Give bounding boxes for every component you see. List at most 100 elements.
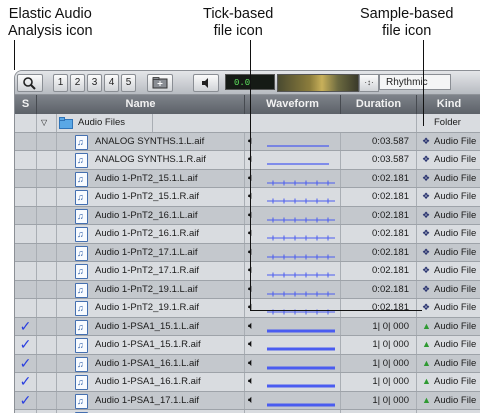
- audition-speaker-icon[interactable]: 🔈︎: [248, 133, 255, 151]
- folder-name: Audio Files: [78, 114, 125, 132]
- tick-based-file-icon: ▲: [422, 336, 431, 354]
- preview-volume-meter[interactable]: [277, 74, 359, 92]
- table-row[interactable]: ANALOG SYNTHS.1.L.aif🔈︎0:03.587❖Audio Fi…: [15, 133, 480, 152]
- audition-speaker-icon[interactable]: 🔈︎: [248, 392, 255, 410]
- audition-button[interactable]: [193, 74, 219, 92]
- file-name: Audio 1-PnT2_19.1.R.aif: [95, 299, 199, 317]
- file-name: Audio 1-PnT2_19.1.L.aif: [95, 281, 197, 299]
- table-row[interactable]: ✓Audio 1-PSA1_15.1.R.aif🔈︎1| 0| 000▲Audi…: [15, 336, 480, 355]
- table-row[interactable]: Audio 1-PnT2_19.1.R.aif🔈︎0:02.181❖Audio …: [15, 299, 480, 318]
- sample-based-file-icon: ❖: [422, 151, 430, 169]
- kind-cell: Audio File: [434, 225, 476, 243]
- audition-speaker-icon[interactable]: 🔈︎: [248, 188, 255, 206]
- view-preset-4-button[interactable]: 4: [104, 74, 119, 92]
- duration-cell: 0:02.181: [341, 188, 417, 206]
- file-name: Audio 1-PnT2_16.1.R.aif: [95, 225, 199, 243]
- elastic-callout-line: [14, 40, 15, 70]
- column-header-s[interactable]: S: [15, 95, 37, 114]
- folder-row[interactable]: ▽ Audio Files Folder: [15, 114, 480, 133]
- table-row[interactable]: Audio 1-PnT2_17.1.L.aif🔈︎0:02.181❖Audio …: [15, 244, 480, 263]
- table-row[interactable]: Audio 1-PnT2_16.1.L.aif🔈︎0:02.181❖Audio …: [15, 207, 480, 226]
- column-header-name[interactable]: Name: [37, 95, 245, 114]
- audio-file-icon: [75, 246, 88, 261]
- audition-speaker-icon[interactable]: 🔈︎: [248, 318, 255, 336]
- file-name: ANALOG SYNTHS.1.L.aif: [95, 133, 204, 151]
- kind-cell: Audio File: [434, 281, 476, 299]
- kind-cell: Audio File: [434, 244, 476, 262]
- audition-speaker-icon[interactable]: 🔈︎: [248, 299, 255, 317]
- audition-speaker-icon[interactable]: 🔈︎: [248, 355, 255, 373]
- new-folder-button[interactable]: [147, 74, 173, 92]
- view-preset-2-button[interactable]: 2: [70, 74, 85, 92]
- file-rows: ANALOG SYNTHS.1.L.aif🔈︎0:03.587❖Audio Fi…: [15, 133, 480, 413]
- table-row[interactable]: Audio 1-PnT2_19.1.L.aif🔈︎0:02.181❖Audio …: [15, 281, 480, 300]
- column-header-kind[interactable]: Kind: [417, 95, 480, 114]
- waveform-thumbnail: [267, 217, 337, 223]
- audition-speaker-icon[interactable]: 🔈︎: [248, 373, 255, 391]
- column-header-waveform[interactable]: Waveform: [245, 95, 341, 114]
- audition-speaker-icon[interactable]: 🔈︎: [248, 262, 255, 280]
- audition-speaker-icon[interactable]: 🔈︎: [248, 336, 255, 354]
- column-header-duration[interactable]: Duration: [341, 95, 417, 114]
- view-preset-3-button[interactable]: 3: [87, 74, 102, 92]
- sample-based-file-icon: ❖: [422, 244, 430, 262]
- audition-speaker-icon[interactable]: 🔈︎: [248, 281, 255, 299]
- waveform-thumbnail: [267, 328, 337, 334]
- duration-cell: 1| 0| 000: [341, 392, 417, 410]
- elastic-mode-icon[interactable]: ·↕·: [359, 74, 379, 92]
- waveform-thumbnail: [267, 235, 337, 241]
- table-row[interactable]: ✓Audio 1-PSA1_17.1.L.aif🔈︎1| 0| 000▲Audi…: [15, 392, 480, 411]
- callout-line-1: Tick-based: [203, 6, 273, 23]
- audition-speaker-icon[interactable]: 🔈︎: [248, 170, 255, 188]
- elastic-analysis-icon: ✓: [20, 336, 32, 352]
- tick-based-file-icon: ▲: [422, 355, 431, 373]
- search-button[interactable]: [17, 74, 43, 92]
- duration-cell: 0:02.181: [341, 262, 417, 280]
- file-name: Audio 1-PSA1_15.1.L.aif: [95, 318, 199, 336]
- audition-speaker-icon[interactable]: 🔈︎: [248, 151, 255, 169]
- file-name: Audio 1-PnT2_15.1.R.aif: [95, 188, 199, 206]
- disclosure-triangle-icon[interactable]: ▽: [41, 114, 47, 132]
- audition-speaker-icon[interactable]: 🔈︎: [248, 225, 255, 243]
- audition-speaker-icon[interactable]: 🔈︎: [248, 207, 255, 225]
- table-row[interactable]: Audio 1-PnT2_17.1.R.aif🔈︎0:02.181❖Audio …: [15, 262, 480, 281]
- tick-based-callout: Tick-based file icon: [203, 6, 273, 40]
- table-row[interactable]: ANALOG SYNTHS.1.R.aif🔈︎0:03.587❖Audio Fi…: [15, 151, 480, 170]
- audio-file-icon: [75, 301, 88, 316]
- waveform-thumbnail: [267, 198, 337, 204]
- waveform-thumbnail: [267, 143, 337, 149]
- audio-file-icon: [75, 135, 88, 150]
- tick-based-file-icon: ▲: [422, 318, 431, 336]
- kind-cell: Audio File: [434, 336, 476, 354]
- duration-cell: 0:02.181: [341, 244, 417, 262]
- folder-kind: Folder: [434, 114, 461, 132]
- duration-cell: 0:02.181: [341, 207, 417, 225]
- folder-icon: [59, 117, 73, 129]
- table-row[interactable]: Audio 1-PnT2_15.1.R.aif 🔈︎ 0:02.181 ❖Audio …: [15, 188, 480, 207]
- table-row[interactable]: Audio 1-PnT2_15.1.L.aif🔈︎0:02.181❖Audio …: [15, 170, 480, 189]
- view-preset-1-button[interactable]: 1: [53, 74, 68, 92]
- tick-based-file-icon: ▲: [422, 373, 431, 391]
- sample-based-file-icon: ❖: [422, 207, 430, 225]
- elastic-audio-callout: Elastic Audio Analysis icon: [8, 6, 93, 40]
- table-row[interactable]: ✓Audio 1-PSA1_16.1.R.aif🔈︎1| 0| 000▲Audi…: [15, 373, 480, 392]
- audition-speaker-icon[interactable]: 🔈︎: [248, 244, 255, 262]
- tick-callout-line-vertical: [250, 40, 251, 310]
- callout-line-2: file icon: [203, 23, 273, 40]
- table-row[interactable]: ✓Audio 1-PSA1_16.1.L.aif🔈︎1| 0| 000▲Audi…: [15, 355, 480, 374]
- elastic-mode-selector[interactable]: Rhythmic: [379, 74, 451, 90]
- search-icon: [18, 75, 42, 91]
- waveform-thumbnail: [267, 291, 337, 297]
- audio-file-icon: [75, 283, 88, 298]
- sample-based-callout: Sample-based file icon: [360, 6, 454, 40]
- sample-based-file-icon: ❖: [422, 188, 430, 206]
- audio-file-icon: [75, 153, 88, 168]
- callout-line-1: Sample-based: [360, 6, 454, 23]
- duration-cell: 0:02.181: [341, 281, 417, 299]
- kind-cell: Audio File: [434, 188, 476, 206]
- view-preset-5-button[interactable]: 5: [121, 74, 136, 92]
- workspace-browser: 1 2 3 4 5 0.0 ·↕· Rhythmic S Name Wavefo…: [14, 70, 480, 413]
- table-row[interactable]: ✓Audio 1-PSA1_15.1.L.aif🔈︎1| 0| 000▲Audi…: [15, 318, 480, 337]
- table-row[interactable]: Audio 1-PnT2_16.1.R.aif🔈︎0:02.181❖Audio …: [15, 225, 480, 244]
- callout-line-1: Elastic Audio: [8, 6, 93, 23]
